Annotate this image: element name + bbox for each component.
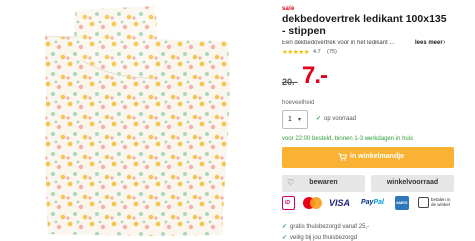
usp-free-delivery: ✓ gratis thuisbezorgd vanaf 25,-: [282, 223, 369, 230]
pay-in-store-text: betalen in de winkel: [431, 197, 451, 207]
chevron-right-icon[interactable]: ›: [443, 39, 445, 46]
store-stock-label: winkelvoorraad: [386, 179, 439, 186]
pay-in-store-icon: betalen in de winkel: [418, 196, 452, 210]
usp-text: veilig bij jou thuisbezorgd: [290, 235, 358, 241]
product-info-panel: sale dekbedovertrek ledikant 100x135 - s…: [282, 0, 472, 241]
save-button[interactable]: ♡ bewaren: [282, 175, 365, 192]
paypal-logo-icon: PayPal: [361, 196, 391, 210]
delivery-info: voor 22:00 besteld, binnen 1-3 werkdagen…: [282, 136, 414, 142]
add-to-cart-label: in winkelmandje: [350, 153, 405, 160]
read-more-link[interactable]: lees meer: [415, 40, 443, 46]
rating-score: 4.7: [313, 49, 321, 55]
payment-methods: iD VISA PayPal AMEX betalen in de winkel: [282, 196, 454, 210]
amex-logo-icon: AMEX: [395, 196, 409, 210]
stock-status: ✓ op voorraad: [316, 115, 356, 122]
old-price: 20.-: [282, 77, 298, 87]
product-image-gallery[interactable]: [0, 0, 270, 241]
check-icon: ✓: [316, 116, 322, 122]
save-label: bewaren: [309, 179, 338, 186]
check-icon: ✓: [282, 224, 288, 230]
stock-text: op voorraad: [324, 116, 357, 122]
add-to-cart-button[interactable]: in winkelmandje: [282, 147, 454, 168]
usp-safe-delivery: ✓ veilig bij jou thuisbezorgd: [282, 234, 357, 241]
chevron-down-icon: ▾: [298, 117, 302, 123]
mastercard-logo-icon: [302, 196, 324, 210]
quantity-value: 1: [288, 116, 292, 123]
check-icon: ✓: [282, 235, 288, 241]
cart-icon: [338, 153, 347, 161]
ideal-logo-icon: iD: [282, 196, 295, 210]
paypal-text-a: Pay: [361, 199, 374, 206]
ideal-text: iD: [285, 200, 290, 206]
review-count[interactable]: (75): [327, 49, 337, 55]
product-image-duvet: [44, 6, 230, 236]
paypal-text-b: Pal: [373, 199, 384, 206]
store-stock-button[interactable]: winkelvoorraad: [371, 175, 454, 192]
sale-price: 7.-: [302, 62, 328, 89]
product-title: dekbedovertrek ledikant 100x135 - stippe…: [282, 13, 447, 37]
usp-text: gratis thuisbezorgd vanaf 25,-: [290, 224, 370, 230]
sale-badge: sale: [282, 6, 295, 12]
amex-text: AMEX: [396, 200, 408, 205]
product-description-row: Een dekbedovertrek voor in het ledikant …: [282, 39, 472, 48]
rating-stars-icon: ★★★★★: [282, 49, 310, 56]
visa-logo-icon: VISA: [329, 198, 351, 208]
quantity-label: hoeveelheid: [282, 100, 315, 106]
secondary-actions: ♡ bewaren winkelvoorraad: [282, 175, 454, 192]
quantity-select[interactable]: 1 ▾: [282, 110, 308, 129]
product-description: Een dekbedovertrek voor in het ledikant …: [282, 40, 395, 46]
